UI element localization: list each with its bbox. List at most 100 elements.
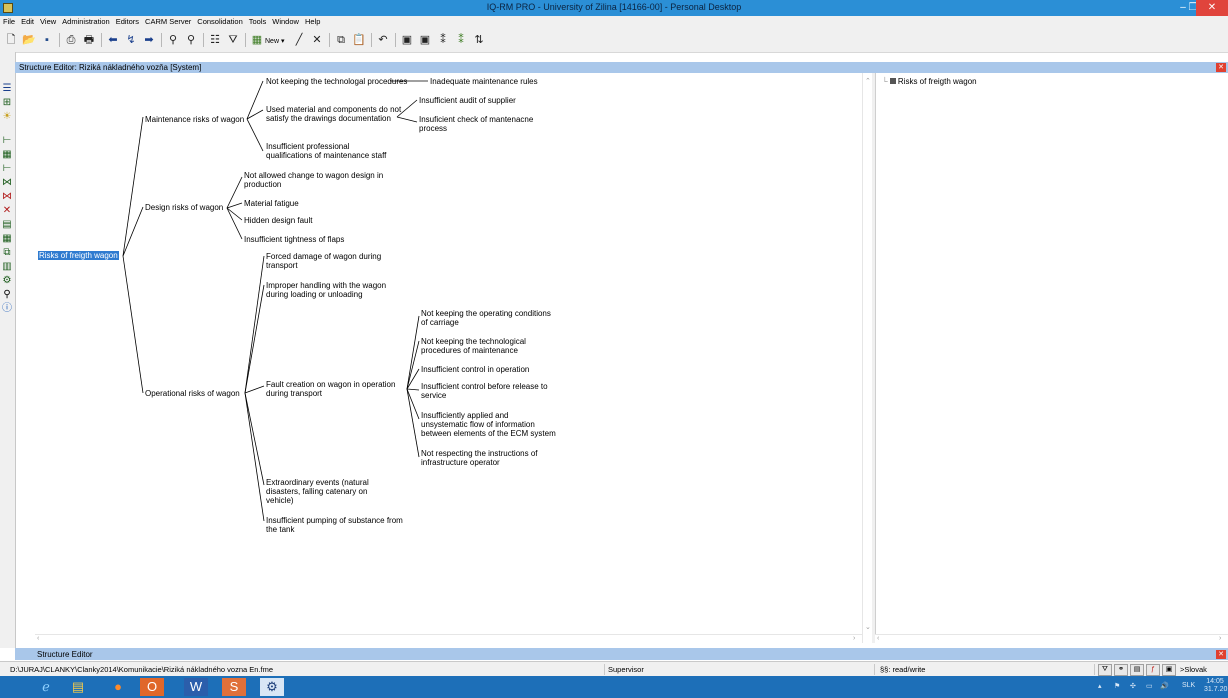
insert-below-icon[interactable]: ▣ — [418, 33, 432, 47]
tree-node-improper-handling[interactable]: Improper handling with the wagon during l… — [266, 281, 386, 299]
editor-close-button[interactable]: ✕ — [1216, 63, 1226, 72]
menu-tools[interactable]: Tools — [246, 16, 270, 26]
tray-volume-icon[interactable]: 🔊 — [1160, 682, 1169, 690]
find-next-icon[interactable]: ⚲ — [184, 33, 198, 47]
add-child-icon[interactable]: ⁑ — [436, 33, 450, 47]
tree-node-fault-creation[interactable]: Fault creation on wagon in operation duri… — [266, 380, 395, 398]
sort-icon[interactable]: ⇅ — [472, 33, 486, 47]
back-icon[interactable]: ⬅ — [106, 33, 120, 47]
tree-panel-item[interactable]: └ Risks of freigth wagon — [882, 77, 977, 86]
cross-link-icon[interactable]: ✕ — [1, 205, 13, 217]
tray-chevron-icon[interactable]: ▴ — [1098, 682, 1102, 690]
tree-node-qualifications[interactable]: Insufficient professional qualifications … — [266, 142, 386, 160]
chart-icon[interactable]: ▥ — [1, 261, 13, 273]
menu-view[interactable]: View — [37, 16, 59, 26]
right-panel-horizontal-scrollbar[interactable]: ‹ › — [875, 634, 1228, 645]
status-language[interactable]: >Slovak — [1178, 664, 1228, 675]
link-status-icon[interactable]: ⚭ — [1114, 664, 1128, 676]
tray-display-icon[interactable]: ▭ — [1146, 682, 1153, 690]
scroll-down-icon[interactable]: ⌄ — [865, 623, 871, 631]
tree-node-inadequate-rules[interactable]: Inadequate maintenance rules — [430, 77, 538, 86]
menu-carm-server[interactable]: CARM Server — [142, 16, 194, 26]
tree-node-pumping[interactable]: Insufficient pumping of substance from th… — [266, 516, 403, 534]
internet-explorer-icon[interactable]: ℯ — [34, 678, 58, 696]
menu-edit[interactable]: Edit — [18, 16, 37, 26]
calc-status-icon[interactable]: ▣ — [1162, 664, 1176, 676]
tree-node-not-keeping-procedures[interactable]: Not keeping the technologal procedures — [266, 77, 407, 86]
tree-node-maintenance[interactable]: Maintenance risks of wagon — [145, 115, 244, 124]
firefox-icon[interactable]: ● — [106, 678, 130, 696]
tree-node-hidden-fault[interactable]: Hidden design fault — [244, 216, 313, 225]
tree-node-operational[interactable]: Operational risks of wagon — [145, 389, 240, 398]
word-icon[interactable]: W — [184, 678, 208, 696]
scroll-right-icon[interactable]: › — [853, 635, 855, 642]
outlook-icon[interactable]: O — [140, 678, 164, 696]
tray-network-icon[interactable]: ✣ — [1130, 682, 1136, 690]
scroll-left-icon[interactable]: ‹ — [37, 635, 39, 642]
structure-icon[interactable]: ⊢ — [1, 135, 13, 147]
tree-node-tightness-flaps[interactable]: Insufficient tightness of flaps — [244, 235, 344, 244]
menu-editors[interactable]: Editors — [113, 16, 142, 26]
copy-icon[interactable]: ⧉ — [334, 33, 348, 47]
print-preview-icon[interactable]: ⎙ — [64, 33, 78, 47]
tree-node-audit-supplier[interactable]: Insufficient audit of supplier — [419, 96, 516, 105]
tray-flag-icon[interactable]: ⚑ — [1114, 682, 1120, 690]
info-icon[interactable]: ⓘ — [1, 303, 13, 315]
tree-node-extraordinary-events[interactable]: Extraordinary events (natural disasters, … — [266, 478, 369, 505]
tree-node-design[interactable]: Design risks of wagon — [145, 203, 223, 212]
tree-node-operating-conditions[interactable]: Not keeping the operating conditions of c… — [421, 309, 551, 327]
tree-node-check-maintenance[interactable]: Insuficient check of mantenacne process — [419, 115, 533, 133]
binoculars-icon[interactable]: ⚲ — [1, 289, 13, 301]
iqrm-app-icon[interactable]: ⚙ — [260, 678, 284, 696]
forward-icon[interactable]: ➡ — [142, 33, 156, 47]
add-sibling-icon[interactable]: ⁑ — [454, 33, 468, 47]
canvas-horizontal-scrollbar[interactable]: ‹ › — [35, 634, 862, 645]
open-folder-icon[interactable]: 📂 — [22, 33, 36, 47]
edit-icon[interactable]: ╱ — [292, 33, 306, 47]
filter-icon[interactable]: ⛛ — [226, 33, 240, 47]
tree-node-information-flow[interactable]: Insufficiently applied and unsystematic f… — [421, 411, 556, 438]
save-icon[interactable]: ▪ — [40, 33, 54, 47]
find-icon[interactable]: ⚲ — [166, 33, 180, 47]
tray-clock[interactable]: 14:0531.7.2014 — [1204, 678, 1228, 694]
matrix-icon[interactable]: ▤ — [1, 219, 13, 231]
lock-status-icon[interactable]: ▤ — [1130, 664, 1144, 676]
tree-node-used-material[interactable]: Used material and components do not satis… — [266, 105, 401, 123]
add-row-icon[interactable]: ⊞ — [1, 97, 13, 109]
properties-icon[interactable]: ☷ — [208, 33, 222, 47]
menu-file[interactable]: File — [0, 16, 18, 26]
settings-icon[interactable]: ⚙ — [1, 275, 13, 287]
paste-icon[interactable]: 📋 — [352, 33, 366, 47]
tree-node-control-release[interactable]: Insufficient control before release to se… — [421, 382, 548, 400]
menu-window[interactable]: Window — [269, 16, 302, 26]
new-item-icon[interactable]: ▦ — [250, 33, 264, 47]
scroll-left-icon[interactable]: ‹ — [877, 635, 879, 642]
filter-status-icon[interactable]: ⛛ — [1098, 664, 1112, 676]
menu-administration[interactable]: Administration — [59, 16, 113, 26]
tree-node-forced-damage[interactable]: Forced damage of wagon during transport — [266, 252, 381, 270]
close-button[interactable]: ✕ — [1196, 0, 1228, 16]
copy-structure-icon[interactable]: ⧉ — [1, 247, 13, 259]
flag-status-icon[interactable]: ƒ — [1146, 664, 1160, 676]
slides-icon[interactable]: S — [222, 678, 246, 696]
menu-help[interactable]: Help — [302, 16, 323, 26]
jump-icon[interactable]: ↯ — [124, 33, 138, 47]
footer-close-button[interactable]: ✕ — [1216, 650, 1226, 659]
delete-icon[interactable]: ✕ — [310, 33, 324, 47]
structure-canvas[interactable]: Risks of freigth wagon Maintenance risks… — [35, 73, 872, 643]
menu-consolidation[interactable]: Consolidation — [194, 16, 245, 26]
grid-icon[interactable]: ▦ — [1, 149, 13, 161]
tree-node-technological-procedures[interactable]: Not keeping the technological procedures … — [421, 337, 526, 355]
tree-node-root[interactable]: Risks of freigth wagon — [38, 251, 119, 260]
scroll-up-icon[interactable]: ⌃ — [865, 77, 871, 85]
link-icon[interactable]: ⋈ — [1, 177, 13, 189]
tray-language[interactable]: SLK — [1182, 682, 1195, 689]
list-view-icon[interactable]: ☰ — [1, 83, 13, 95]
tree-node-material-fatigue[interactable]: Material fatigue — [244, 199, 299, 208]
new-button[interactable]: New ▾ — [265, 37, 284, 45]
unlink-icon[interactable]: ⋈ — [1, 191, 13, 203]
tree-node-infrastructure-instructions[interactable]: Not respecting the instructions of infras… — [421, 449, 538, 467]
tree-node-control-operation[interactable]: Insufficient control in operation — [421, 365, 529, 374]
idea-icon[interactable]: ☀ — [1, 111, 13, 123]
table-icon[interactable]: ▦ — [1, 233, 13, 245]
